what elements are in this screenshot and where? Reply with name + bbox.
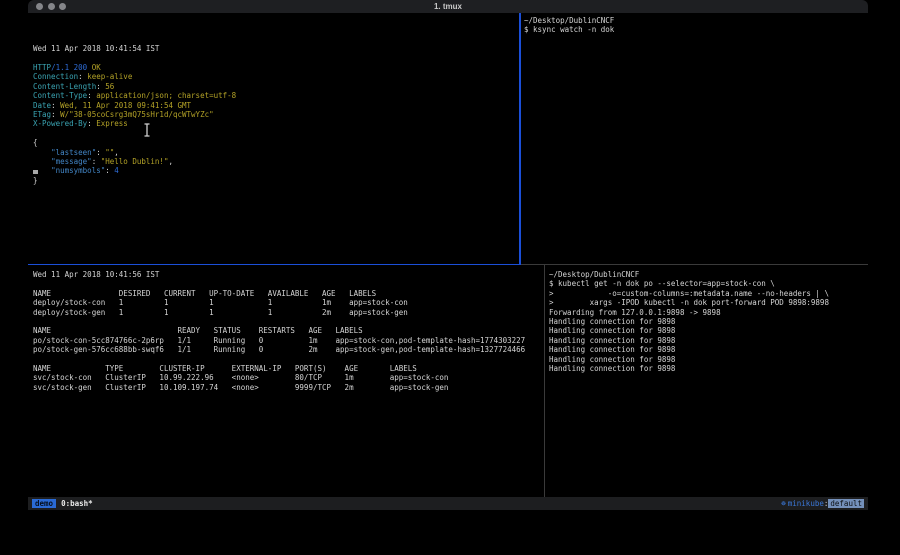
terminal-line: Forwarding from 127.0.0.1:9898 -> 9898 <box>549 308 868 317</box>
terminal-line: X-Powered-By: Express <box>33 119 519 128</box>
terminal-line: HTTP/1.1 200 OK <box>33 63 519 72</box>
kubernetes-helm-icon: ☸ <box>781 499 786 508</box>
terminal-line: deploy/stock-con 1 1 1 1 1m app=stock-co… <box>33 298 543 307</box>
terminal-line <box>33 279 543 288</box>
terminal-window: 1. tmux Wed 11 Apr 2018 10:41:54 IST HTTP… <box>28 0 868 510</box>
pane-kubectl-get[interactable]: Wed 11 Apr 2018 10:41:56 IST NAME DESIRED… <box>28 265 543 497</box>
terminal-line <box>33 129 519 138</box>
status-right: ☸minikube:default <box>781 497 864 510</box>
terminal-line: NAME DESIRED CURRENT UP-TO-DATE AVAILABL… <box>33 289 543 298</box>
terminal-line: > -o=custom-columns=:metadata.name --no-… <box>549 289 868 298</box>
terminal-line: po/stock-con-5cc874766c-2p6rp 1/1 Runnin… <box>33 336 543 345</box>
terminal-line: svc/stock-con ClusterIP 10.99.222.96 <no… <box>33 373 543 382</box>
terminal-line: { <box>33 138 519 147</box>
terminal-line: $ kubectl get -n dok po --selector=app=s… <box>549 279 868 288</box>
terminal-line: Content-Length: 56 <box>33 82 519 91</box>
mouse-cursor-ibeam <box>143 122 151 136</box>
terminal-line: po/stock-gen-576cc688bb-swqf6 1/1 Runnin… <box>33 345 543 354</box>
terminal-line: Date: Wed, 11 Apr 2018 09:41:54 GMT <box>33 101 519 110</box>
terminal-line: Handling connection for 9898 <box>549 355 868 364</box>
pane-port-forward[interactable]: ~/Desktop/DublinCNCF$ kubectl get -n dok… <box>545 265 868 497</box>
terminal-line: NAME TYPE CLUSTER-IP EXTERNAL-IP PORT(S)… <box>33 364 543 373</box>
terminal-line <box>33 54 519 63</box>
terminal-line: svc/stock-gen ClusterIP 10.109.197.74 <n… <box>33 383 543 392</box>
terminal-line: "lastseen": "", <box>33 148 519 157</box>
status-left: demo 0:bash* <box>32 497 93 510</box>
terminal-line: Wed 11 Apr 2018 10:41:56 IST <box>33 270 543 279</box>
window-title: 1. tmux <box>28 2 868 11</box>
terminal-line: NAME READY STATUS RESTARTS AGE LABELS <box>33 326 543 335</box>
window-titlebar[interactable]: 1. tmux <box>28 0 868 13</box>
terminal-line: ~/Desktop/DublinCNCF <box>524 16 868 25</box>
terminal-line: Handling connection for 9898 <box>549 336 868 345</box>
terminal-line: ~/Desktop/DublinCNCF <box>549 270 868 279</box>
pane-ksync-watch[interactable]: ~/Desktop/DublinCNCF$ ksync watch -n dok <box>521 13 868 263</box>
kube-namespace-badge: default <box>828 499 864 508</box>
desktop: 1. tmux Wed 11 Apr 2018 10:41:54 IST HTTP… <box>0 0 900 555</box>
terminal-cursor <box>33 170 38 174</box>
tmux-status-bar: demo 0:bash* ☸minikube:default <box>28 497 868 510</box>
terminal-line: "message": "Hello Dublin!", <box>33 157 519 166</box>
terminal-line: $ ksync watch -n dok <box>524 25 868 34</box>
terminal-line: > xargs -IPOD kubectl -n dok port-forwar… <box>549 298 868 307</box>
terminal-line: Handling connection for 9898 <box>549 326 868 335</box>
session-name-badge[interactable]: demo <box>32 499 56 508</box>
pane-http-response[interactable]: Wed 11 Apr 2018 10:41:54 IST HTTP/1.1 200… <box>28 13 519 263</box>
terminal-line: Handling connection for 9898 <box>549 345 868 354</box>
terminal-line: Content-Type: application/json; charset=… <box>33 91 519 100</box>
terminal-line: Wed 11 Apr 2018 10:41:54 IST <box>33 44 519 53</box>
terminal-line: Handling connection for 9898 <box>549 364 868 373</box>
terminal-line: Connection: keep-alive <box>33 72 519 81</box>
terminal-line: Handling connection for 9898 <box>549 317 868 326</box>
kube-context-label: minikube <box>788 499 824 508</box>
terminal-line <box>33 317 543 326</box>
terminal-line: "numsymbols": 4 <box>33 166 519 175</box>
terminal-line: } <box>33 176 519 185</box>
terminal-line: ETag: W/"38-05coCsrg3mQ75sHr1d/qcWTwYZc" <box>33 110 519 119</box>
window-tab-bash[interactable]: 0:bash* <box>61 499 93 508</box>
terminal-line <box>33 355 543 364</box>
tmux-terminal: Wed 11 Apr 2018 10:41:54 IST HTTP/1.1 200… <box>28 13 868 497</box>
terminal-line: deploy/stock-gen 1 1 1 1 2m app=stock-ge… <box>33 308 543 317</box>
